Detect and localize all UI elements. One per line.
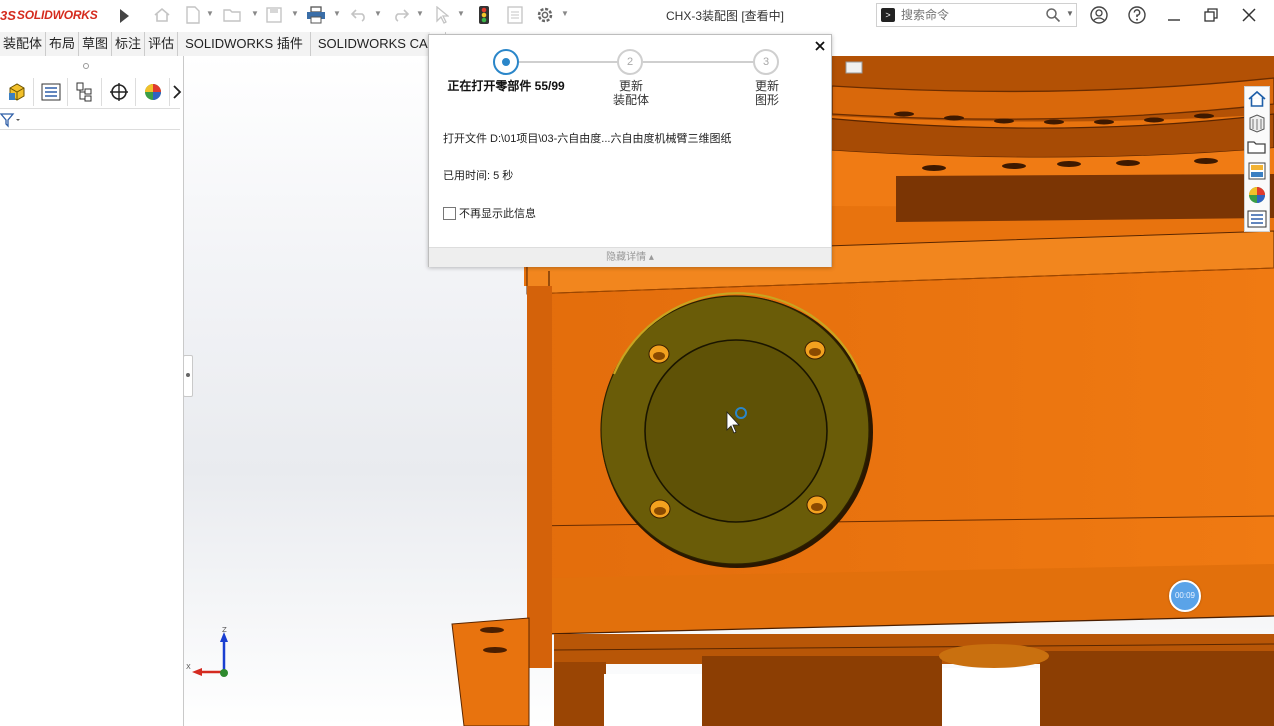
chevron-down-icon[interactable]: ▼ (561, 9, 569, 19)
panel-resize-handle[interactable] (183, 355, 193, 397)
chevron-down-icon[interactable]: ▼ (206, 9, 214, 19)
chevron-down-icon[interactable]: ▼ (251, 9, 259, 19)
dimxpert-icon[interactable] (102, 78, 136, 106)
axis-triad: Z X (186, 626, 236, 684)
step-1-indicator (493, 49, 519, 75)
logo-prefix: 3S (0, 7, 16, 23)
menu-expand-arrow-icon[interactable] (120, 9, 129, 23)
chevron-up-icon: ▴ (648, 252, 654, 263)
print-icon[interactable] (306, 5, 326, 25)
display-manager-icon[interactable] (136, 78, 170, 106)
triad-x-label: X (186, 663, 191, 671)
user-account-icon[interactable] (1087, 3, 1111, 27)
close-icon[interactable] (813, 39, 827, 53)
select-icon[interactable] (432, 5, 452, 25)
triad-z-label: Z (222, 626, 227, 634)
rebuild-traffic-light-icon[interactable] (474, 5, 494, 25)
redo-icon[interactable] (391, 5, 411, 25)
file-properties-icon[interactable] (505, 5, 525, 25)
command-prompt-icon: > (881, 8, 895, 22)
dont-show-again-checkbox[interactable]: 不再显示此信息 (443, 205, 536, 221)
step-connector (519, 61, 631, 63)
chevron-right-icon[interactable] (170, 78, 184, 106)
tab-sketch[interactable]: 草图 (79, 32, 113, 56)
close-icon[interactable] (1237, 3, 1261, 27)
search-icon[interactable] (1045, 7, 1063, 25)
open-file-icon[interactable] (223, 5, 243, 25)
recording-timer-badge[interactable]: 00:09 (1169, 580, 1201, 612)
minimize-icon[interactable] (1162, 3, 1186, 27)
chevron-down-icon[interactable]: ▼ (374, 9, 382, 19)
filter-row (0, 108, 180, 130)
tab-layout[interactable]: 布局 (46, 32, 80, 56)
property-manager-icon[interactable] (34, 78, 68, 106)
chevron-down-icon[interactable]: ▼ (416, 9, 424, 19)
tab-solidworks-cam[interactable]: SOLIDWORKS CAM (311, 32, 447, 56)
design-library-icon[interactable] (1245, 111, 1269, 135)
save-icon[interactable] (264, 5, 284, 25)
title-bar: 3S SOLIDWORKS ▼ ▼ ▼ ▼ ▼ ▼ ▼ ▼ CHX-3装配图 [… (0, 0, 1274, 30)
feature-manager-panel (0, 56, 184, 726)
help-icon[interactable] (1125, 3, 1149, 27)
configuration-manager-icon[interactable] (68, 78, 102, 106)
step-3-label: 更新 图形 (754, 79, 779, 107)
feature-manager-tabs (0, 78, 184, 106)
tab-assembly[interactable]: 装配体 (0, 32, 47, 56)
restore-icon[interactable] (1199, 3, 1223, 27)
tab-evaluate[interactable]: 评估 (145, 32, 179, 56)
command-manager-tabs: 装配体 布局 草图 标注 评估 SOLIDWORKS 插件 SOLIDWORKS… (0, 32, 447, 56)
solidworks-logo[interactable]: 3S SOLIDWORKS (0, 5, 129, 25)
chevron-down-icon[interactable]: ▼ (1066, 9, 1074, 18)
current-file-text: 打开文件 D:\01项目\03-六自由度...六自由度机械臂三维图纸 (443, 133, 732, 145)
options-gear-icon[interactable] (535, 5, 555, 25)
checkbox-box[interactable] (443, 206, 456, 220)
chevron-down-icon[interactable]: ▼ (333, 9, 341, 19)
panel-pin-icon[interactable] (83, 63, 89, 69)
step-2-label: 更新 装配体 (612, 79, 649, 107)
hide-details-toggle[interactable]: 隐藏详情 ▴ (429, 247, 831, 267)
command-search[interactable]: > ▼ (876, 3, 1077, 27)
home-icon[interactable] (1245, 87, 1269, 111)
search-input[interactable] (901, 6, 1041, 24)
filter-icon[interactable] (0, 112, 22, 131)
new-file-icon[interactable] (183, 5, 203, 25)
task-pane-tabs (1244, 86, 1270, 232)
step-2-indicator: 2 (617, 49, 643, 75)
file-explorer-icon[interactable] (1245, 135, 1269, 159)
custom-properties-icon[interactable] (1245, 207, 1269, 231)
document-title: CHX-3装配图 [查看中] (665, 9, 784, 23)
home-icon[interactable] (152, 5, 172, 25)
step-1-label: 正在打开零部件 55/99 (447, 79, 565, 93)
elapsed-time-text: 已用时间: 5 秒 (443, 170, 514, 182)
view-palette-icon[interactable] (1245, 159, 1269, 183)
appearances-icon[interactable] (1245, 183, 1269, 207)
undo-icon[interactable] (349, 5, 369, 25)
dont-show-again-label: 不再显示此信息 (459, 208, 536, 220)
chevron-down-icon[interactable]: ▼ (457, 9, 465, 19)
step-connector (643, 61, 755, 63)
chevron-down-icon[interactable]: ▼ (291, 9, 299, 19)
hide-details-label: 隐藏详情 (606, 252, 647, 263)
tab-markup[interactable]: 标注 (112, 32, 146, 56)
step-3-indicator: 3 (753, 49, 779, 75)
logo-name: SOLIDWORKS (16, 8, 98, 22)
tab-solidworks-addins[interactable]: SOLIDWORKS 插件 (178, 32, 311, 56)
open-progress-dialog: 2 3 正在打开零部件 55/99 更新 装配体 更新 图形 打开文件 D:\0… (428, 34, 832, 267)
feature-tree-icon[interactable] (0, 78, 34, 106)
